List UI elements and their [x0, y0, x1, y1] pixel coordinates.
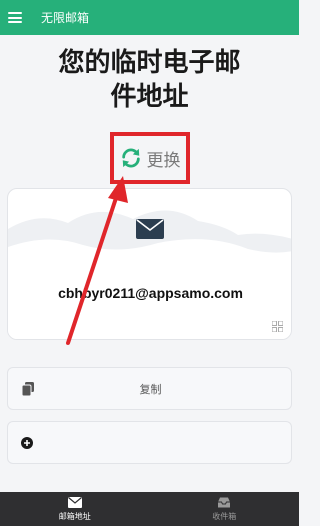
add-button[interactable]	[7, 421, 292, 464]
hamburger-menu-icon[interactable]	[8, 12, 22, 23]
bottom-navigation: 邮箱地址 收件箱	[0, 492, 299, 526]
headline-line-1: 您的临时电子邮	[58, 48, 241, 78]
nav-item-inbox[interactable]: 收件箱	[150, 492, 300, 526]
nav-label-inbox: 收件箱	[212, 511, 237, 521]
qr-code-icon[interactable]	[272, 321, 283, 332]
plus-circle-icon	[21, 437, 33, 449]
nav-item-email-address[interactable]: 邮箱地址	[0, 492, 150, 526]
app-header: 无限邮箱	[0, 0, 299, 35]
page-headline: 您的临时电子邮 件地址	[0, 46, 299, 114]
refresh-button-label: 更换	[146, 150, 181, 171]
temp-email-address[interactable]: cbhbyr0211@appsamo.com	[8, 285, 291, 301]
refresh-icon	[121, 148, 140, 168]
app-title: 无限邮箱	[41, 11, 90, 25]
copy-button-label: 复制	[139, 383, 162, 396]
cloud-background	[8, 210, 291, 339]
envelope-icon	[136, 219, 164, 239]
email-address-card: cbhbyr0211@appsamo.com	[7, 188, 292, 340]
refresh-address-button[interactable]: 更换	[110, 132, 190, 184]
nav-label-email-address: 邮箱地址	[58, 511, 91, 521]
copy-button[interactable]: 复制	[7, 367, 292, 410]
envelope-icon	[67, 496, 82, 508]
inbox-icon	[218, 497, 231, 507]
headline-line-2: 件地址	[110, 82, 189, 112]
